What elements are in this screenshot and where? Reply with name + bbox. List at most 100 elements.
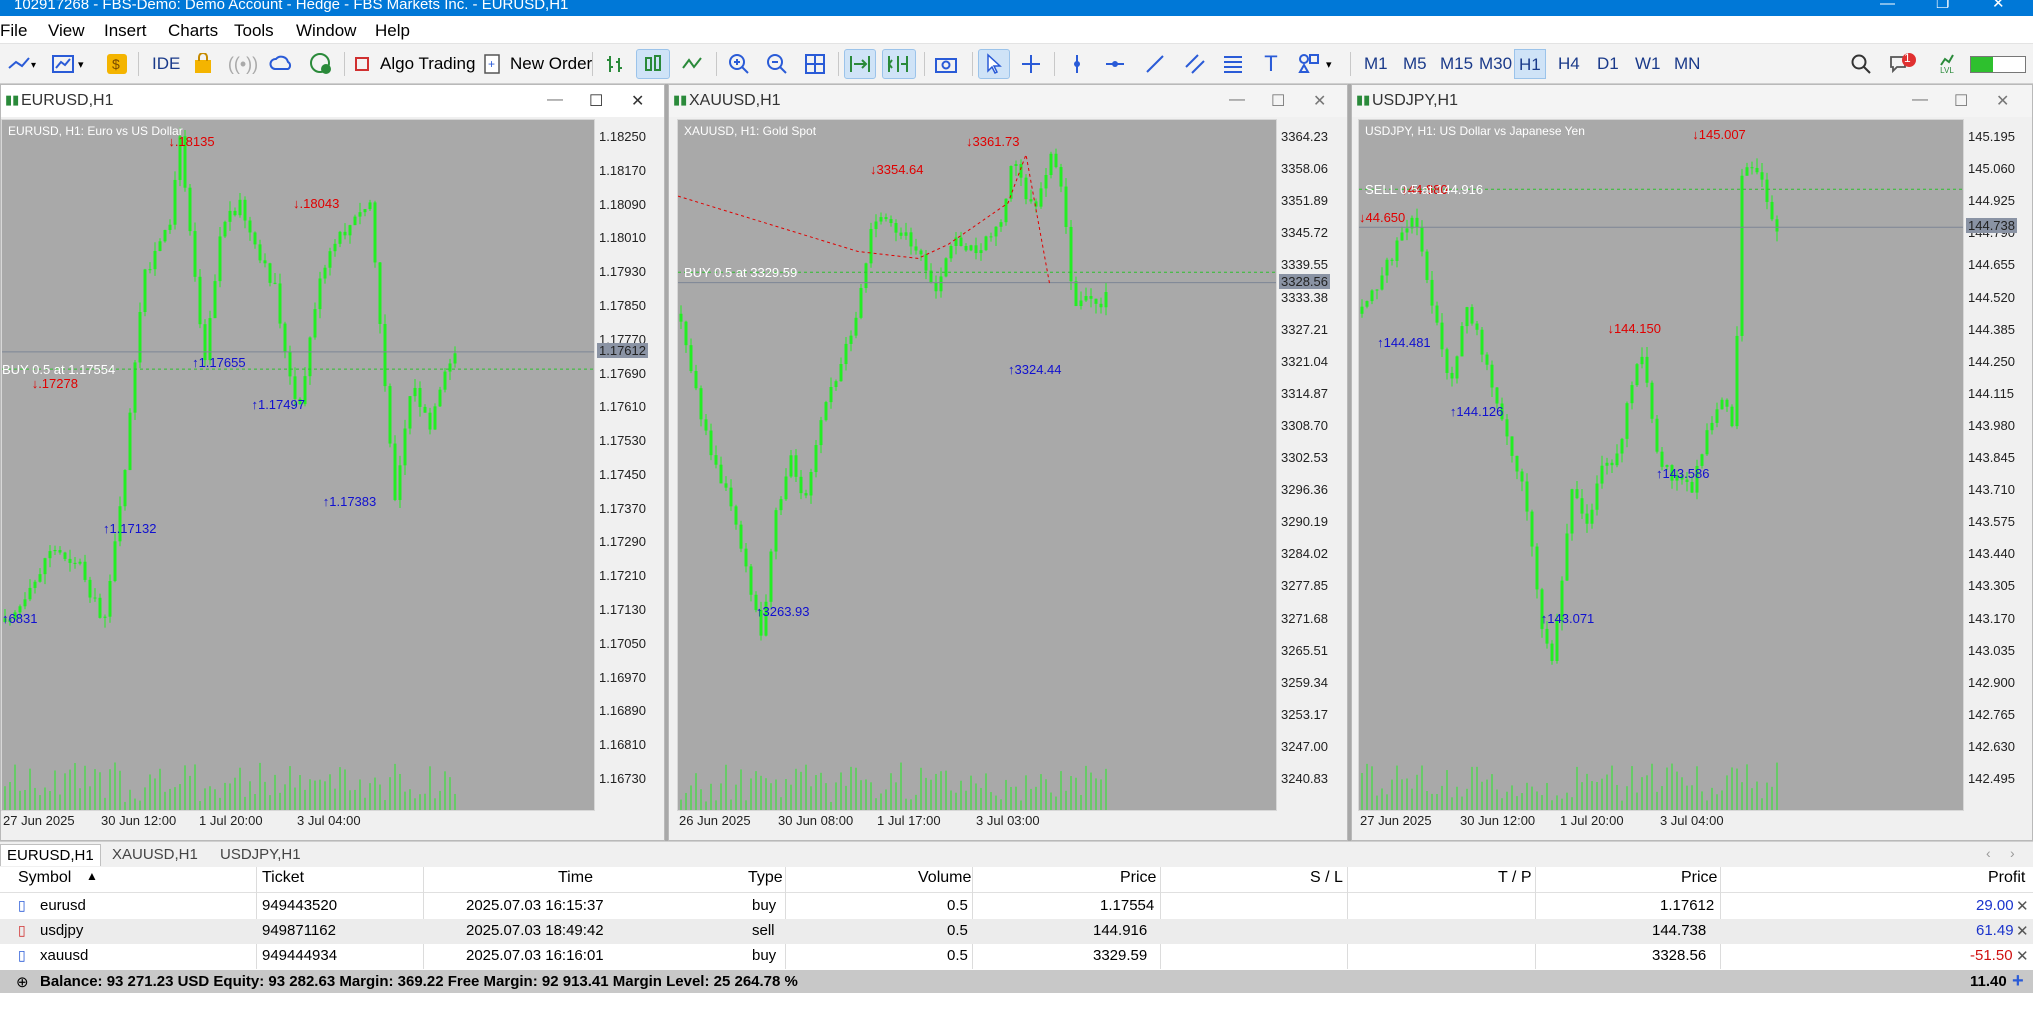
shopping-bag-icon[interactable] xyxy=(190,49,216,79)
trendline-icon[interactable] xyxy=(1140,49,1170,79)
chart-caption[interactable]: ▮▮ XAUUSD,H1 — ☐ ✕ xyxy=(669,85,1347,117)
price-chart[interactable]: USDJPY, H1: US Dollar vs Japanese Yen ↓4… xyxy=(1358,119,1964,811)
line-icon[interactable] xyxy=(678,49,708,79)
maximize-icon[interactable]: ☐ xyxy=(1271,91,1285,111)
price-scale[interactable]: 1.18250 1.18170 1.18090 1.18010 1.17930 1.178… xyxy=(595,119,665,811)
tab-usdjpy[interactable]: USDJPY,H1 xyxy=(214,844,307,866)
zoom-out-icon[interactable] xyxy=(762,49,792,79)
header-sl[interactable]: S / L xyxy=(1310,869,1343,887)
timeframe-d1[interactable]: D1 xyxy=(1597,54,1619,74)
close-position-icon[interactable]: ✕ xyxy=(2016,897,2029,915)
dollar-icon[interactable]: $ xyxy=(104,49,130,79)
horizontal-line-icon[interactable] xyxy=(1100,49,1130,79)
cursor-icon[interactable] xyxy=(978,49,1010,79)
timeframe-w1[interactable]: W1 xyxy=(1635,54,1661,74)
timeframe-m5[interactable]: M5 xyxy=(1403,54,1427,74)
chart-window-usdjpy[interactable]: ▮▮ USDJPY,H1 — ☐ ✕ USDJPY, H1: US Dollar… xyxy=(1351,84,2033,841)
new-order-button[interactable]: New Order xyxy=(510,54,592,74)
menu-file[interactable]: File xyxy=(0,21,27,41)
menu-view[interactable]: View xyxy=(48,21,85,41)
notifications-icon[interactable]: 1 xyxy=(1886,49,1920,79)
chart-shift-icon[interactable] xyxy=(882,49,916,79)
time-scale[interactable]: 27 Jun 2025 30 Jun 12:00 1 Jul 20:00 3 Jul … xyxy=(1,813,595,833)
vps-icon[interactable] xyxy=(306,49,336,79)
timeframe-h1[interactable]: H1 xyxy=(1514,49,1546,79)
timeframe-h4[interactable]: H4 xyxy=(1558,54,1580,74)
header-tp[interactable]: T / P xyxy=(1498,869,1532,887)
timeframe-m1[interactable]: M1 xyxy=(1364,54,1388,74)
bar-chart-icon[interactable] xyxy=(600,49,630,79)
close-position-icon[interactable]: ✕ xyxy=(2016,947,2029,965)
tab-scroll-left-icon[interactable]: ‹ xyxy=(1986,845,1991,861)
crosshair-icon[interactable] xyxy=(1016,49,1046,79)
table-row[interactable]: ▯ xauusd 949444934 2025.07.03 16:16:01 b… xyxy=(0,944,2033,969)
header-type[interactable]: Type xyxy=(748,869,783,887)
close-icon[interactable]: ✕ xyxy=(1996,91,2009,111)
timeframe-m15[interactable]: M15 xyxy=(1440,54,1473,74)
header-profit[interactable]: Profit xyxy=(1988,869,2025,887)
zoom-in-icon[interactable] xyxy=(724,49,754,79)
tab-scroll-right-icon[interactable]: › xyxy=(2010,845,2015,861)
chart-window-eurusd[interactable]: ▮▮ EURUSD,H1 — ☐ ✕ EURUSD, H1: Euro vs U… xyxy=(0,84,665,841)
minimize-icon[interactable]: — xyxy=(547,91,563,109)
grid-icon[interactable] xyxy=(800,49,830,79)
text-tool-icon[interactable]: T xyxy=(1256,49,1286,79)
level-indicator[interactable]: LVL xyxy=(1934,49,1960,79)
menu-charts[interactable]: Charts xyxy=(168,21,218,41)
algo-trading-icon[interactable] xyxy=(352,49,372,79)
menu-help[interactable]: Help xyxy=(375,21,410,41)
header-ticket[interactable]: Ticket xyxy=(262,869,304,887)
menu-window[interactable]: Window xyxy=(296,21,356,41)
tab-eurusd[interactable]: EURUSD,H1 xyxy=(0,844,101,866)
header-current-price[interactable]: Price xyxy=(1681,869,1717,887)
expand-icon[interactable]: ⊕ xyxy=(16,973,29,991)
shapes-icon[interactable]: ▾ xyxy=(1296,49,1340,79)
header-symbol[interactable]: Symbol xyxy=(18,869,71,887)
minimize-icon[interactable]: — xyxy=(1912,91,1928,109)
autoscroll-icon[interactable] xyxy=(844,49,876,79)
price-chart[interactable]: EURUSD, H1: Euro vs US Dollar ↓.18135 ↓.1… xyxy=(1,119,595,811)
cloud-icon[interactable] xyxy=(266,49,296,79)
timeframe-mn[interactable]: MN xyxy=(1674,54,1700,74)
timeframe-m30[interactable]: M30 xyxy=(1479,54,1512,74)
signal-icon[interactable]: ((•)) xyxy=(228,49,258,79)
channel-icon[interactable] xyxy=(1180,49,1210,79)
search-icon[interactable] xyxy=(1848,49,1874,79)
close-position-icon[interactable]: ✕ xyxy=(2016,922,2029,940)
screenshot-icon[interactable] xyxy=(930,49,962,79)
candlestick-icon[interactable] xyxy=(636,49,670,79)
ide-button[interactable]: IDE xyxy=(152,54,180,74)
maximize-icon[interactable]: ❐ xyxy=(1936,0,1949,11)
header-time[interactable]: Time xyxy=(558,869,593,887)
menu-insert[interactable]: Insert xyxy=(104,21,147,41)
connection-status-bar[interactable] xyxy=(1970,56,2026,73)
price-scale[interactable]: 145.195145.060144.925144.790144.655144.5… xyxy=(1964,119,2033,811)
price-scale[interactable]: 3364.23 3358.06 3351.89 3345.72 3339.55 3333.… xyxy=(1277,119,1347,811)
menu-tools[interactable]: Tools xyxy=(234,21,274,41)
close-icon[interactable]: ✕ xyxy=(1313,91,1326,111)
time-scale[interactable]: 27 Jun 2025 30 Jun 12:00 1 Jul 20:00 3 Jul … xyxy=(1358,813,1964,833)
tab-xauusd[interactable]: XAUUSD,H1 xyxy=(106,844,204,866)
time-scale[interactable]: 26 Jun 2025 30 Jun 08:00 1 Jul 17:00 3 Jul … xyxy=(677,813,1277,833)
chart-window-xauusd[interactable]: ▮▮ XAUUSD,H1 — ☐ ✕ XAUUSD, H1: Gold Spot… xyxy=(668,84,1348,841)
chart-caption[interactable]: ▮▮ EURUSD,H1 — ☐ ✕ xyxy=(1,85,664,117)
close-icon[interactable]: ✕ xyxy=(1992,0,2005,11)
fibonacci-icon[interactable] xyxy=(1218,49,1248,79)
price-chart[interactable]: XAUUSD, H1: Gold Spot ↓3354.64 ↓3361.73 ↑3… xyxy=(677,119,1277,811)
chart-caption[interactable]: ▮▮ USDJPY,H1 — ☐ ✕ xyxy=(1352,85,2032,117)
chart-type-icon[interactable]: ▾ xyxy=(48,49,92,79)
header-price[interactable]: Price xyxy=(1120,869,1156,887)
algo-trading-button[interactable]: Algo Trading xyxy=(380,54,475,74)
table-row[interactable]: ▯ eurusd 949443520 2025.07.03 16:15:37 b… xyxy=(0,894,2033,919)
new-order-icon[interactable]: + xyxy=(480,49,504,79)
add-icon[interactable]: + xyxy=(2012,970,2024,993)
maximize-icon[interactable]: ☐ xyxy=(589,91,603,111)
minimize-icon[interactable]: — xyxy=(1880,0,1895,11)
table-row[interactable]: ▯ usdjpy 949871162 2025.07.03 18:49:42 s… xyxy=(0,919,2033,944)
line-chart-icon[interactable]: ▾ xyxy=(2,49,42,79)
vertical-line-icon[interactable] xyxy=(1062,49,1092,79)
header-volume[interactable]: Volume xyxy=(918,869,971,887)
maximize-icon[interactable]: ☐ xyxy=(1954,91,1968,111)
close-icon[interactable]: ✕ xyxy=(631,91,644,111)
minimize-icon[interactable]: — xyxy=(1229,91,1245,109)
